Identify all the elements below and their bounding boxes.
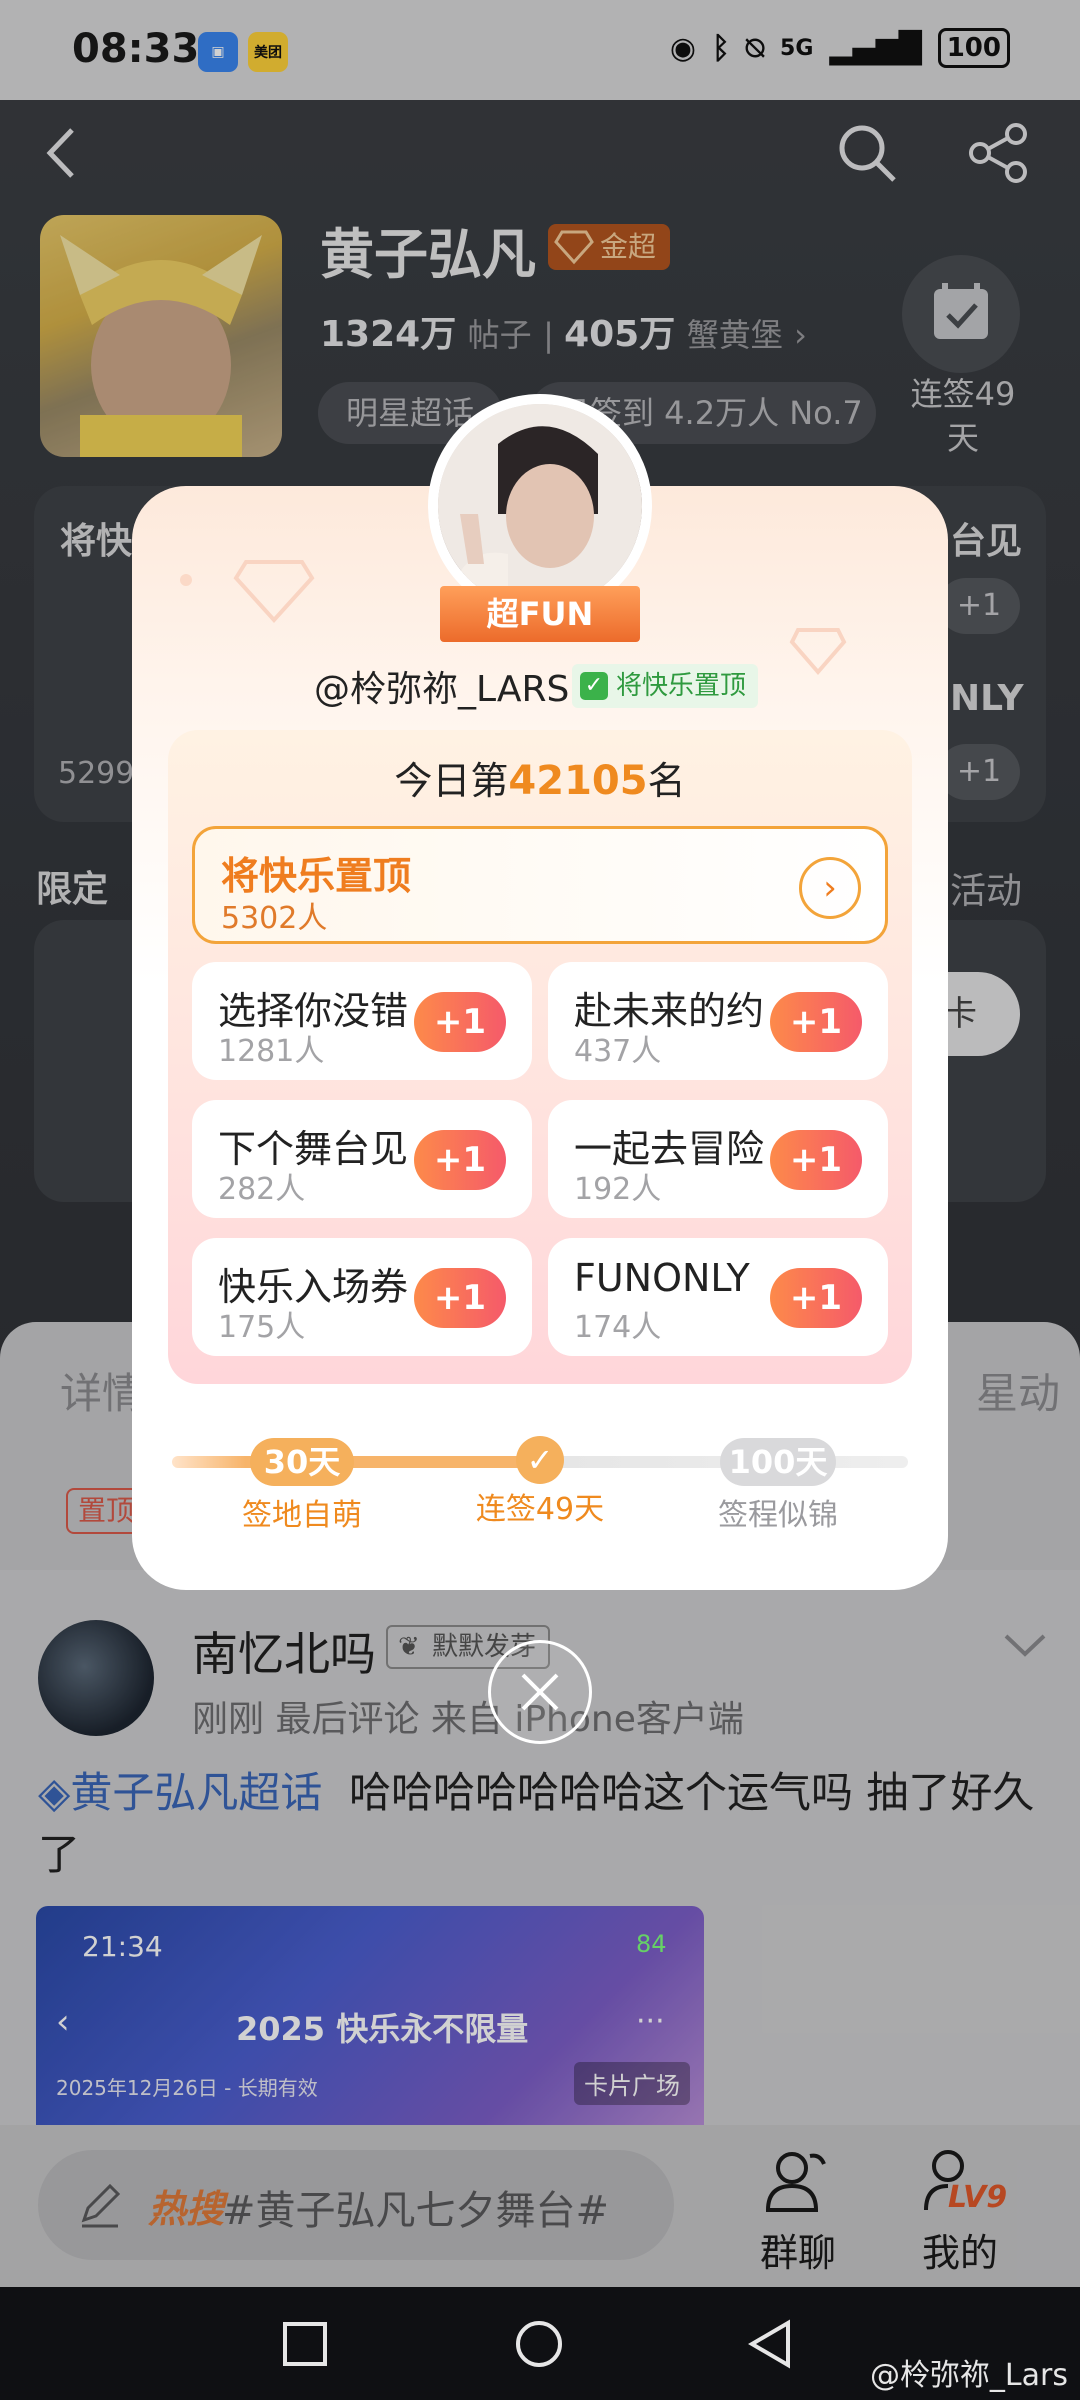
vote-option[interactable]: 赴未来的约 437人 +1 — [548, 962, 888, 1080]
chevron-right-icon[interactable]: › — [799, 857, 861, 919]
user-choice-label: 将快乐置顶 — [616, 671, 747, 701]
vote-option-count: 1281人 — [218, 1034, 325, 1069]
milestone-current-label: 连签49天 — [475, 1492, 605, 1527]
vote-option-name: FUNONLY — [574, 1256, 750, 1300]
vote-option-count: 174人 — [574, 1310, 662, 1345]
watermark: @柃弥祢_Lars — [869, 2358, 1068, 2393]
plus-one-button[interactable]: +1 — [770, 1130, 862, 1190]
star-decor-icon — [180, 574, 192, 586]
plus-one-button[interactable]: +1 — [414, 1268, 506, 1328]
diamond-decor-icon — [233, 560, 315, 623]
plus-one-button[interactable]: +1 — [770, 992, 862, 1052]
milestone-30-label: 签地自萌 — [242, 1498, 362, 1533]
plus-one-button[interactable]: +1 — [414, 1130, 506, 1190]
vote-option[interactable]: FUNONLY 174人 +1 — [548, 1238, 888, 1356]
milestone-100-badge: 100天 — [720, 1438, 836, 1486]
milestone-100-label: 签程似锦 — [718, 1498, 838, 1533]
home-icon[interactable] — [514, 2319, 564, 2369]
plus-one-button[interactable]: +1 — [414, 992, 506, 1052]
top-option-count: 5302人 — [221, 901, 328, 936]
top-option-name: 将快乐置顶 — [221, 854, 412, 898]
user-choice-tag: ✓ 将快乐置顶 — [572, 664, 759, 708]
vote-option[interactable]: 快乐入场券 175人 +1 — [192, 1238, 532, 1356]
rank-number: 42105 — [508, 758, 648, 804]
vote-option-count: 282人 — [218, 1172, 306, 1207]
back-nav-icon[interactable] — [746, 2319, 796, 2369]
user-avatar — [438, 404, 642, 608]
vote-option-count: 192人 — [574, 1172, 662, 1207]
modal-username: @柃弥祢_LARS — [314, 669, 570, 710]
close-modal-button[interactable] — [488, 1640, 592, 1744]
rank-line: 今日第42105名 — [394, 758, 686, 804]
vote-option-count: 175人 — [218, 1310, 306, 1345]
vote-option-count: 437人 — [574, 1034, 662, 1069]
milestone-current-check-icon: ✓ — [516, 1436, 564, 1484]
recents-icon[interactable] — [282, 2321, 328, 2367]
diamond-decor-icon — [789, 628, 847, 676]
plus-one-button[interactable]: +1 — [770, 1268, 862, 1328]
vote-option[interactable]: 下个舞台见 282人 +1 — [192, 1100, 532, 1218]
fun-ribbon: 超FUN — [440, 586, 640, 642]
check-icon: ✓ — [580, 672, 608, 700]
vote-option[interactable]: 一起去冒险 192人 +1 — [548, 1100, 888, 1218]
close-icon — [521, 1673, 559, 1711]
milestone-30-badge: 30天 — [250, 1438, 354, 1486]
top-option-card[interactable]: 将快乐置顶 5302人 › — [192, 826, 888, 944]
vote-option[interactable]: 选择你没错 1281人 +1 — [192, 962, 532, 1080]
